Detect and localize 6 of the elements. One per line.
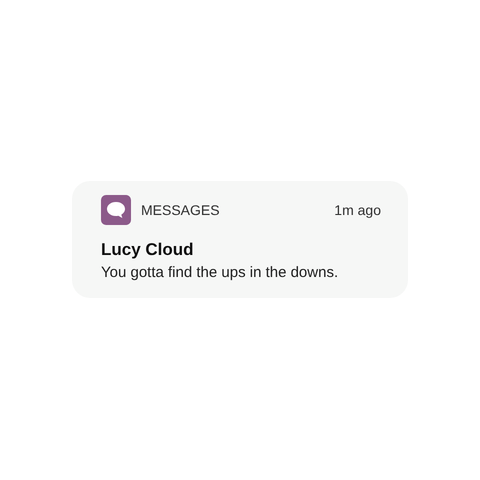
notification-card[interactable]: MESSAGES 1m ago Lucy Cloud You gotta find the ups in the downs. [72, 181, 408, 298]
sender-name: Lucy Cloud [101, 239, 195, 261]
chat-bubble-icon [101, 195, 131, 225]
message-text: You gotta find the ups in the downs. [101, 263, 340, 283]
app-name: MESSAGES [141, 200, 220, 220]
timestamp: 1m ago [334, 200, 381, 220]
